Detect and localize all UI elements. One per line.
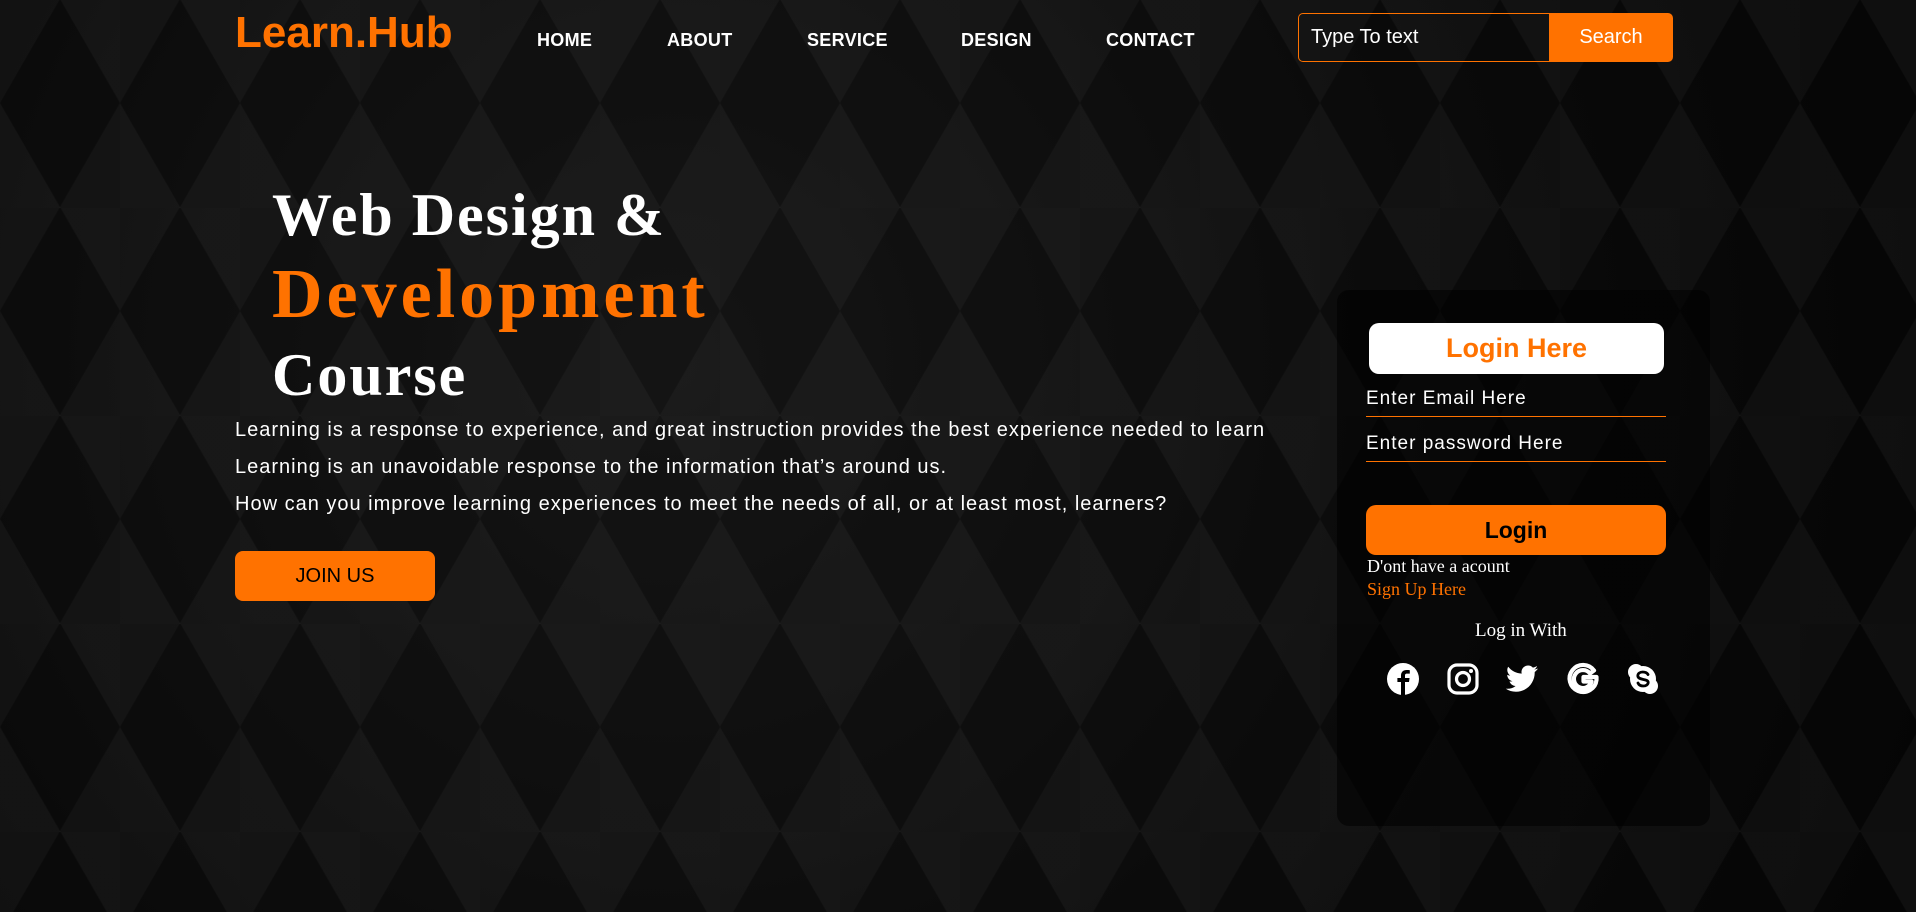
email-field[interactable] — [1366, 381, 1666, 417]
join-us-button[interactable]: JOIN US — [235, 551, 435, 601]
hero-line-3: Course — [272, 342, 468, 408]
hero-heading: Web Design & Development Course — [272, 175, 709, 415]
hero-line-1: Web Design & — [272, 182, 667, 248]
hero-paragraph: Learning is a response to experience, an… — [235, 419, 1266, 441]
facebook-icon[interactable] — [1386, 662, 1420, 696]
nav-design[interactable]: DESIGN — [961, 30, 1032, 51]
login-button[interactable]: Login — [1366, 505, 1666, 555]
nav-contact[interactable]: CONTACT — [1106, 30, 1195, 51]
instagram-icon[interactable] — [1446, 662, 1480, 696]
nav-home[interactable]: HOME — [537, 30, 592, 51]
hero-line-2: Development — [272, 256, 709, 333]
signup-link[interactable]: Sign Up Here — [1367, 579, 1466, 600]
skype-icon[interactable] — [1626, 662, 1660, 696]
password-field[interactable] — [1366, 426, 1666, 462]
nav-service[interactable]: SERVICE — [807, 30, 888, 51]
search-button[interactable]: Search — [1549, 13, 1673, 62]
hero-description: Learning is a response to experience, an… — [235, 412, 1265, 523]
hero-paragraph: Learning is an unavoidable response to t… — [235, 456, 948, 478]
google-icon[interactable] — [1566, 662, 1600, 696]
nav-about[interactable]: ABOUT — [667, 30, 733, 51]
brand-logo[interactable]: Learn.Hub — [235, 8, 453, 58]
login-with-label: Log in With — [1475, 620, 1567, 641]
search-input[interactable] — [1298, 13, 1549, 62]
login-title: Login Here — [1369, 323, 1664, 374]
twitter-icon[interactable] — [1504, 662, 1538, 696]
no-account-text: D'ont have a acount — [1367, 556, 1510, 576]
hero-paragraph: How can you improve learning experiences… — [235, 493, 1168, 515]
